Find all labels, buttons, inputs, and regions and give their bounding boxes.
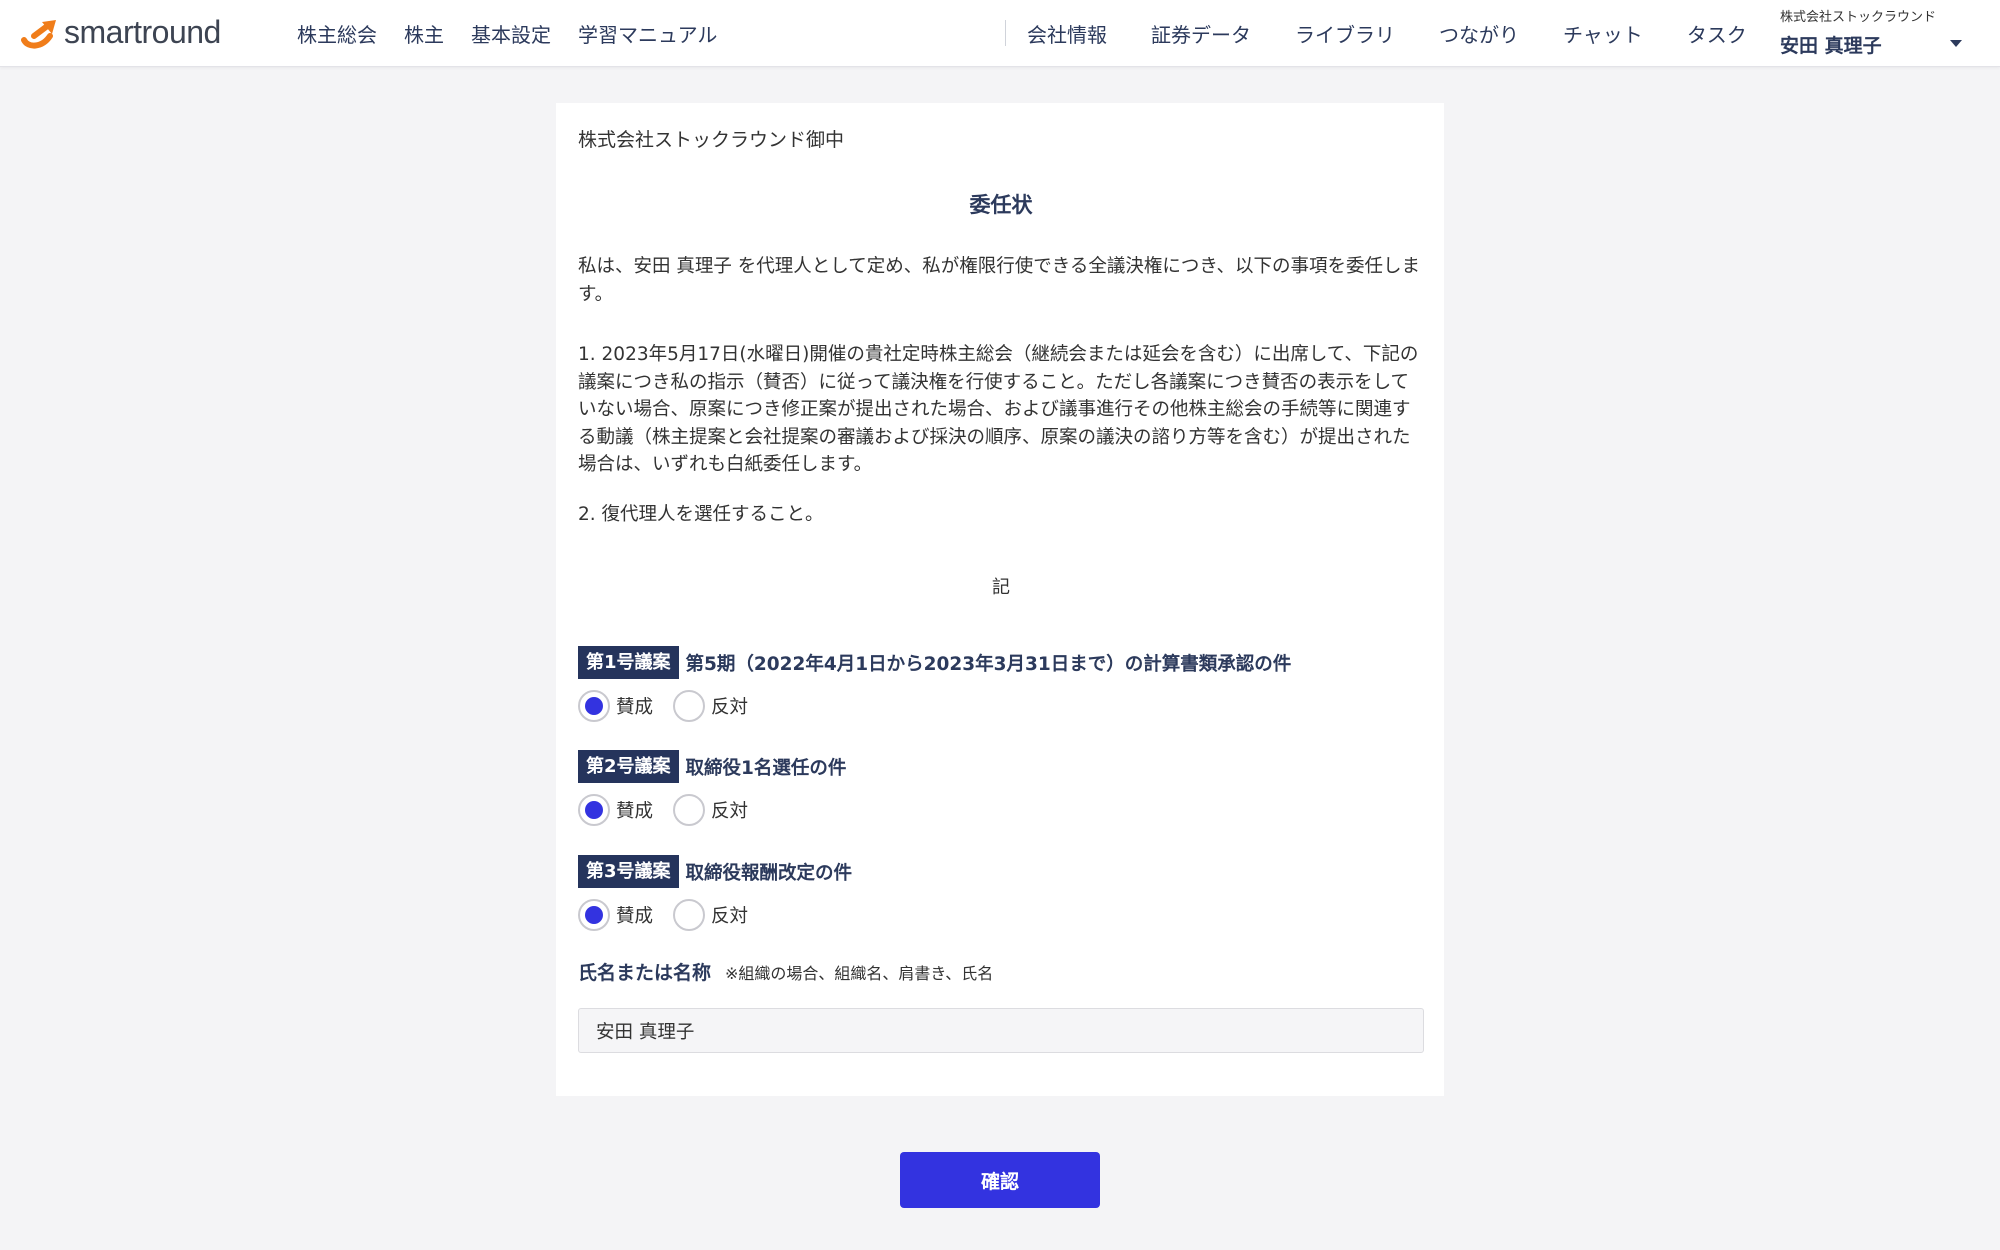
nav-securities-data[interactable]: 証券データ <box>1151 19 1251 48</box>
confirm-button[interactable]: 確認 <box>900 1152 1100 1208</box>
approve-option[interactable]: 賛成 <box>578 899 653 931</box>
approve-label: 賛成 <box>616 801 654 822</box>
name-field-note: ※組織の場合、組織名、肩書き、氏名 <box>725 964 994 983</box>
agenda-badge: 第3号議案 <box>578 855 679 888</box>
user-company: 株式会社ストックラウンド <box>1780 10 1937 25</box>
oppose-option[interactable]: 反対 <box>673 794 748 826</box>
primary-nav: 株主総会 株主 基本設定 学習マニュアル <box>297 0 717 67</box>
oppose-radio[interactable] <box>673 794 706 826</box>
oppose-label: 反対 <box>711 906 749 927</box>
smartround-logo[interactable]: smartround <box>20 12 221 52</box>
nav-chat[interactable]: チャット <box>1563 19 1643 48</box>
agenda-badge: 第2号議案 <box>578 750 679 783</box>
nav-tasks[interactable]: タスク <box>1687 19 1747 48</box>
oppose-radio[interactable] <box>673 690 706 722</box>
oppose-label: 反対 <box>711 697 749 718</box>
vote-options: 賛成 反対 <box>578 689 1424 723</box>
agenda-title: 取締役報酬改定の件 <box>685 862 853 884</box>
logo-text: smartround <box>64 13 221 50</box>
addressee: 株式会社ストックラウンド御中 <box>578 129 845 151</box>
oppose-radio[interactable] <box>673 899 706 931</box>
name-input[interactable] <box>578 1008 1424 1053</box>
nav-divider <box>1005 20 1006 46</box>
secondary-nav: 会社情報 証券データ ライブラリ つながり チャット タスク <box>1027 0 1747 67</box>
user-menu[interactable]: 株式会社ストックラウンド 安田 真理子 <box>1780 6 1980 62</box>
item-2-paragraph: 2. 復代理人を選任すること。 <box>578 504 824 525</box>
oppose-label: 反対 <box>711 801 749 822</box>
vote-options: 賛成 反対 <box>578 898 1424 932</box>
ki-heading: 記 <box>992 577 1010 598</box>
approve-radio[interactable] <box>578 794 610 826</box>
top-header: smartround 株主総会 株主 基本設定 学習マニュアル 会社情報 証券デ… <box>0 0 2000 67</box>
approve-label: 賛成 <box>616 697 654 718</box>
item-1-paragraph: 1. 2023年5月17日(水曜日)開催の貴社定時株主総会（継続会または延会を含… <box>578 344 1419 475</box>
nav-basic-settings[interactable]: 基本設定 <box>471 19 551 48</box>
agenda-1: 第1号議案 第5期（2022年4月1日から2023年3月31日まで）の計算書類承… <box>578 646 1424 723</box>
nav-company-info[interactable]: 会社情報 <box>1027 19 1107 48</box>
smartround-logo-icon <box>21 20 56 49</box>
approve-label: 賛成 <box>616 906 654 927</box>
approve-radio[interactable] <box>578 690 610 722</box>
agenda-3: 第3号議案 取締役報酬改定の件 賛成 反対 <box>578 855 1424 932</box>
agenda-title: 第5期（2022年4月1日から2023年3月31日まで）の計算書類承認の件 <box>685 653 1292 675</box>
agenda-2: 第2号議案 取締役1名選任の件 賛成 反対 <box>578 750 1424 827</box>
delegation-paragraph: 私は、安田 真理子 を代理人として定め、私が権限行使できる全議決権につき、以下の… <box>578 256 1421 305</box>
agenda-badge: 第1号議案 <box>578 646 679 679</box>
name-field-label-row: 氏名または名称 ※組織の場合、組織名、肩書き、氏名 <box>578 958 993 985</box>
approve-option[interactable]: 賛成 <box>578 794 653 826</box>
oppose-option[interactable]: 反対 <box>673 899 748 931</box>
agenda-title: 取締役1名選任の件 <box>685 757 847 779</box>
nav-shareholders-meeting[interactable]: 株主総会 <box>297 19 377 48</box>
caret-down-icon <box>1950 40 1962 47</box>
approve-radio[interactable] <box>578 899 610 931</box>
proxy-form-card: 株式会社ストックラウンド御中 委任状 私は、安田 真理子 を代理人として定め、私… <box>556 103 1444 1096</box>
approve-option[interactable]: 賛成 <box>578 690 653 722</box>
oppose-option[interactable]: 反対 <box>673 690 748 722</box>
nav-shareholders[interactable]: 株主 <box>404 19 444 48</box>
document-title: 委任状 <box>969 193 1033 217</box>
name-field-label: 氏名または名称 <box>578 962 712 984</box>
nav-connections[interactable]: つながり <box>1439 19 1519 48</box>
nav-learning-manual[interactable]: 学習マニュアル <box>578 19 717 48</box>
nav-library[interactable]: ライブラリ <box>1295 19 1395 48</box>
vote-options: 賛成 反対 <box>578 793 1424 827</box>
